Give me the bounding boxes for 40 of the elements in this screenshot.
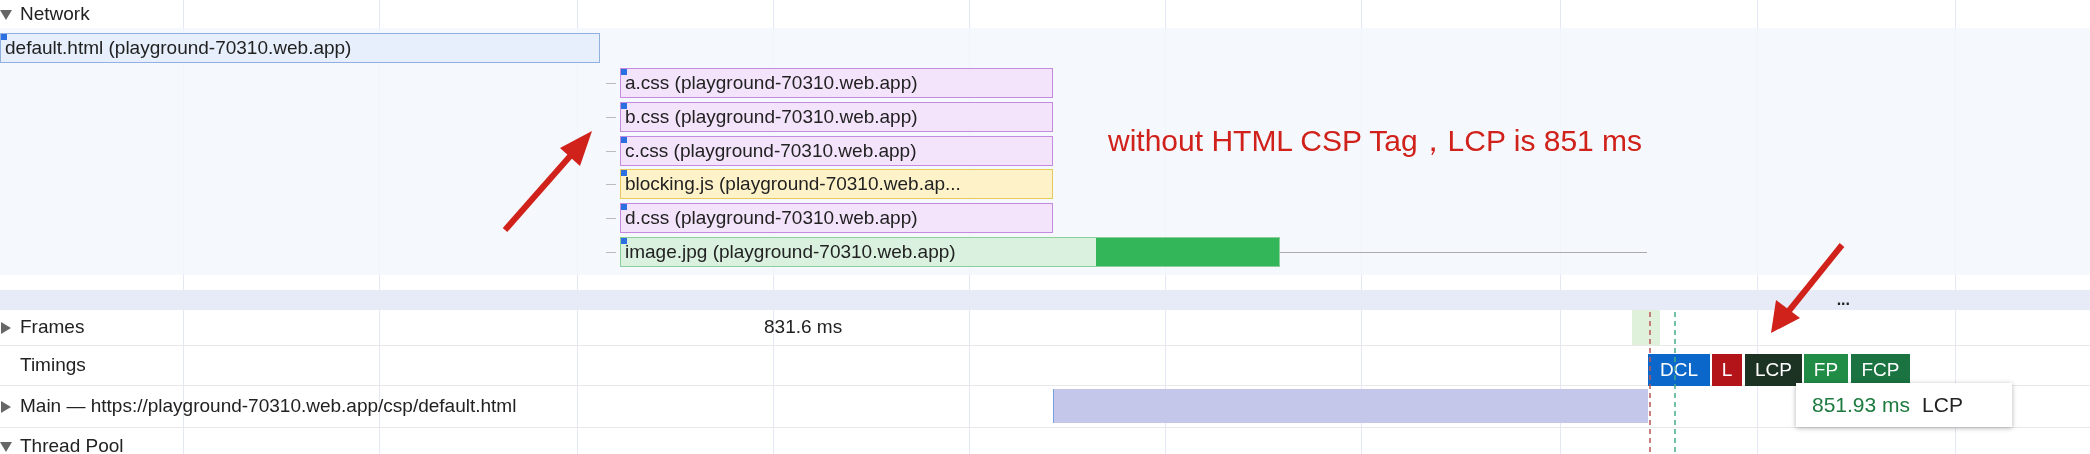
whisker-line xyxy=(606,83,616,84)
track-label: Main — https://playground-70310.web.app/csp/default.html xyxy=(20,394,517,419)
timing-marker[interactable]: LCP xyxy=(1745,354,1802,386)
request-start-marker xyxy=(621,204,627,210)
whisker-line xyxy=(606,151,616,152)
request-start-marker xyxy=(621,137,627,143)
track-label: Timings xyxy=(20,353,86,378)
tooltip-label: LCP xyxy=(1922,392,1963,419)
request-start-marker xyxy=(621,103,627,109)
track-label: Frames xyxy=(20,315,85,340)
whisker-line xyxy=(606,184,616,185)
request-start-marker xyxy=(621,69,627,75)
request-start-marker xyxy=(621,170,627,176)
network-request-bar[interactable]: a.css (playground-70310.web.app) xyxy=(620,68,1053,98)
more-indicator[interactable]: ... xyxy=(1836,292,1850,308)
whisker-line xyxy=(606,117,616,118)
collapsed-triangle-icon[interactable] xyxy=(0,321,12,334)
network-request-bar[interactable]: b.css (playground-70310.web.app) xyxy=(620,102,1053,132)
timing-marker[interactable]: FCP xyxy=(1851,354,1910,386)
timing-marker[interactable]: DCL xyxy=(1648,354,1710,386)
whisker-line xyxy=(606,252,616,253)
frame-duration: 831.6 ms xyxy=(764,315,843,340)
timing-marker[interactable]: L xyxy=(1712,354,1742,386)
expanded-triangle-icon[interactable] xyxy=(0,8,12,20)
network-request-bar[interactable]: d.css (playground-70310.web.app) xyxy=(620,203,1053,233)
network-request-bar[interactable]: c.css (playground-70310.web.app) xyxy=(620,136,1053,166)
section-title: Network xyxy=(20,1,90,26)
network-request-bar[interactable]: default.html (playground-70310.web.app) xyxy=(0,33,600,63)
request-start-marker xyxy=(1,34,7,40)
annotation-text: without HTML CSP Tag，LCP is 851 ms xyxy=(1108,123,1643,159)
track-label: Thread Pool xyxy=(20,433,124,454)
collapsed-triangle-icon[interactable] xyxy=(0,400,12,413)
timing-marker[interactable]: FP xyxy=(1804,354,1848,386)
tooltip-time: 851.93 ms xyxy=(1812,392,1911,419)
network-request-bar[interactable]: image.jpg (playground-70310.web.app) xyxy=(620,237,1280,267)
expanded-triangle-icon[interactable] xyxy=(0,440,12,452)
frame-block xyxy=(1632,310,1660,345)
whisker-line xyxy=(606,218,616,219)
network-request-bar[interactable]: blocking.js (playground-70310.web.ap... xyxy=(620,169,1053,199)
request-start-marker xyxy=(621,238,627,244)
